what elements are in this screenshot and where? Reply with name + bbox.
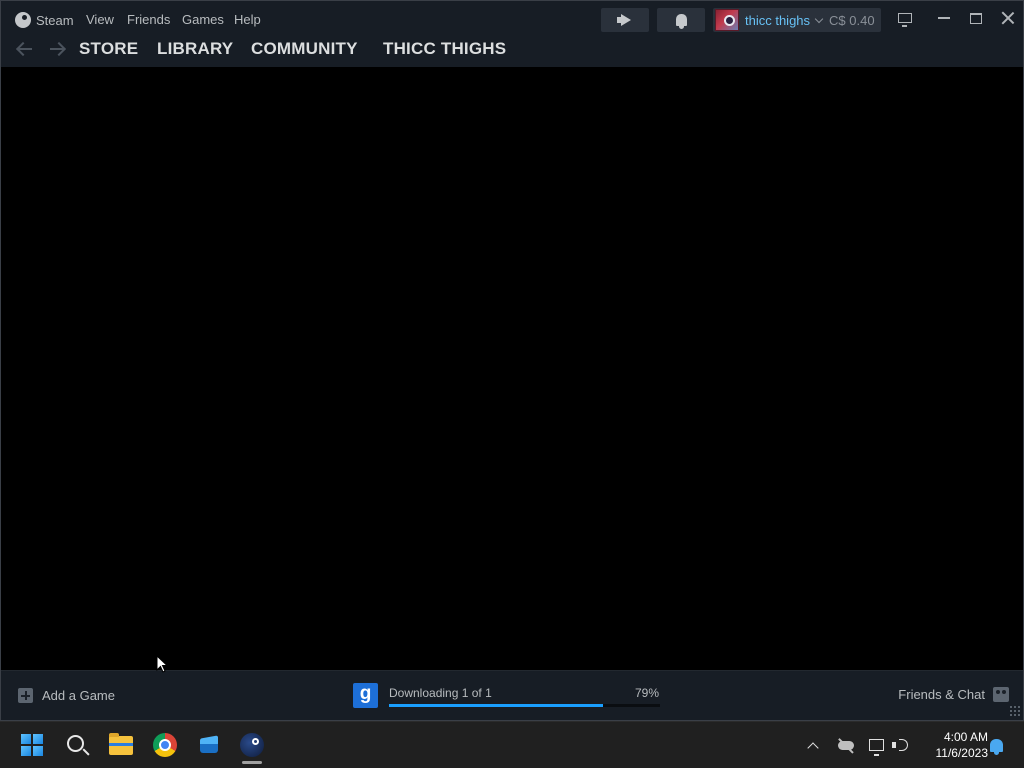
- announcements-button[interactable]: [601, 8, 649, 32]
- nav-row: STORE LIBRARY COMMUNITY THICC THIGHS: [1, 37, 1023, 63]
- resize-grip[interactable]: [1009, 705, 1021, 717]
- box-app-button[interactable]: [192, 729, 226, 761]
- minimize-button[interactable]: [933, 9, 955, 27]
- minimize-icon: [938, 17, 950, 19]
- game-icon: g: [353, 683, 378, 708]
- menu-row: Steam View Friends Games Help thicc thig…: [1, 1, 1023, 37]
- network-button[interactable]: [866, 736, 886, 756]
- monitor-icon: [898, 13, 912, 27]
- friends-icon: [993, 687, 1009, 702]
- maximize-icon: [970, 12, 982, 24]
- download-status-text: Downloading 1 of 1: [389, 686, 492, 700]
- menu-friends[interactable]: Friends: [127, 12, 170, 27]
- download-progress-fill: [389, 704, 604, 707]
- chevron-down-icon: [814, 14, 824, 23]
- steam-window: Steam View Friends Games Help thicc thig…: [0, 0, 1024, 721]
- menu-help[interactable]: Help: [234, 12, 261, 27]
- friends-chat-label: Friends & Chat: [898, 687, 985, 702]
- notification-center-button[interactable]: [987, 736, 1005, 755]
- account-name: thicc thighs: [745, 12, 811, 28]
- megaphone-icon: [617, 14, 633, 26]
- download-status[interactable]: g Downloading 1 of 1 79%: [353, 681, 663, 711]
- notifications-button[interactable]: [657, 8, 705, 32]
- chrome-icon: [153, 733, 177, 757]
- onedrive-button[interactable]: [836, 736, 856, 754]
- menu-view[interactable]: View: [86, 12, 114, 27]
- tab-profile[interactable]: THICC THIGHS: [383, 39, 506, 59]
- tab-community[interactable]: COMMUNITY: [251, 39, 358, 59]
- windows-taskbar: 4:00 AM 11/6/2023: [0, 721, 1024, 768]
- chrome-button[interactable]: [148, 729, 182, 761]
- search-icon: [66, 734, 84, 752]
- steam-logo-icon: [15, 12, 31, 28]
- show-hidden-icons-button[interactable]: [804, 736, 822, 754]
- caret-up-icon: [807, 741, 819, 754]
- start-button[interactable]: [15, 729, 49, 761]
- steam-menu[interactable]: Steam: [15, 10, 74, 30]
- windows-start-icon: [21, 734, 43, 756]
- maximize-button[interactable]: [965, 9, 987, 27]
- steam-menu-label: Steam: [36, 12, 74, 28]
- content-area: [1, 67, 1023, 670]
- box-app-icon: [197, 735, 221, 755]
- tab-library[interactable]: LIBRARY: [157, 39, 233, 59]
- clock[interactable]: 4:00 AM 11/6/2023: [918, 729, 989, 761]
- avatar: [715, 9, 739, 31]
- file-explorer-icon: [109, 732, 133, 755]
- arrow-left-icon[interactable]: [16, 41, 34, 57]
- volume-button[interactable]: [891, 736, 911, 754]
- active-app-indicator: [242, 761, 262, 764]
- bell-icon: [675, 14, 687, 29]
- clock-time: 4:00 AM: [943, 730, 988, 744]
- menu-games[interactable]: Games: [182, 12, 224, 27]
- download-percent: 79%: [634, 686, 659, 700]
- search-button[interactable]: [60, 729, 94, 761]
- volume-icon: [892, 738, 910, 752]
- tab-store[interactable]: STORE: [79, 39, 138, 59]
- titlebar: Steam View Friends Games Help thicc thig…: [1, 1, 1023, 67]
- add-game-label: Add a Game: [42, 688, 115, 703]
- bottom-bar: Add a Game g Downloading 1 of 1 79% Frie…: [1, 670, 1023, 720]
- account-menu-button[interactable]: thicc thighs C$ 0.40: [713, 8, 881, 32]
- big-picture-button[interactable]: [894, 9, 916, 27]
- file-explorer-button[interactable]: [104, 729, 138, 761]
- wallet-balance: C$ 0.40: [829, 12, 875, 28]
- steam-taskbar-button[interactable]: [235, 729, 269, 761]
- close-button[interactable]: [997, 9, 1019, 27]
- close-icon: [1001, 11, 1015, 25]
- download-progress-bar: [389, 704, 660, 707]
- clock-date: 11/6/2023: [935, 746, 989, 760]
- network-icon: [868, 739, 884, 756]
- cloud-off-icon: [838, 740, 854, 750]
- add-game-button[interactable]: Add a Game: [18, 688, 115, 703]
- arrow-right-icon[interactable]: [48, 41, 66, 57]
- friends-chat-button[interactable]: Friends & Chat: [898, 687, 1009, 702]
- steam-icon: [240, 733, 264, 757]
- plus-box-icon: [18, 688, 33, 703]
- bell-icon: [989, 738, 1003, 755]
